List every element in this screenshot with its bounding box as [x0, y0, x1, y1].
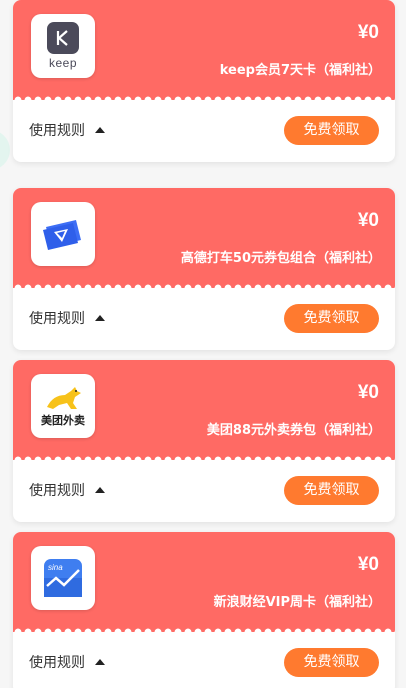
caret-up-icon — [95, 127, 105, 133]
coupon-card-amap: ¥0 高德打车50元券包组合（福利社） 使用规则 免费领取 — [13, 188, 395, 350]
usage-rules-toggle[interactable]: 使用规则 — [29, 120, 105, 140]
coupon-card-footer: 使用规则 免费领取 — [13, 460, 395, 522]
coupon-price: ¥0 — [357, 210, 379, 231]
sina-logo-text: sina — [48, 563, 63, 572]
claim-button[interactable]: 免费领取 — [284, 648, 379, 677]
coupon-card-keep: keep ¥0 keep会员7天卡（福利社） 使用规则 免费领取 — [13, 0, 395, 162]
coupon-price: ¥0 — [357, 22, 379, 43]
claim-button[interactable]: 免费领取 — [284, 304, 379, 333]
keep-logo-text: keep — [48, 56, 78, 70]
usage-rules-label: 使用规则 — [29, 123, 85, 139]
coupon-price: ¥0 — [357, 382, 379, 403]
coupon-name: 高德打车50元券包组合（福利社） — [180, 251, 381, 266]
coupon-card-sina: sina ¥0 新浪财经VIP周卡（福利社） 使用规则 免费领取 — [13, 532, 395, 688]
caret-up-icon — [95, 487, 105, 493]
ticket-icon — [43, 220, 81, 250]
usage-rules-toggle[interactable]: 使用规则 — [29, 652, 105, 672]
caret-up-icon — [95, 315, 105, 321]
coupon-name: 美团88元外卖券包（福利社） — [206, 423, 381, 438]
coupon-card-header: keep ¥0 keep会员7天卡（福利社） — [13, 0, 395, 100]
coupon-card-footer: 使用规则 免费领取 — [13, 288, 395, 350]
kangaroo-icon — [47, 386, 81, 409]
coupon-name: keep会员7天卡（福利社） — [219, 63, 381, 78]
claim-button[interactable]: 免费领取 — [284, 116, 379, 145]
coupon-name: 新浪财经VIP周卡（福利社） — [213, 595, 381, 610]
meituan-logo-text: 美团外卖 — [41, 413, 85, 427]
meituan-waimai-logo: 美团外卖 — [31, 374, 95, 438]
keep-logo: keep — [31, 14, 95, 78]
usage-rules-label: 使用规则 — [29, 311, 85, 327]
usage-rules-label: 使用规则 — [29, 483, 85, 499]
coupon-price: ¥0 — [357, 554, 379, 575]
coupon-card-header: 美团外卖 ¥0 美团88元外卖券包（福利社） — [13, 360, 395, 460]
coupon-card-footer: 使用规则 免费领取 — [13, 632, 395, 688]
background-decoration — [0, 130, 10, 170]
usage-rules-label: 使用规则 — [29, 655, 85, 671]
coupon-card-meituan: 美团外卖 ¥0 美团88元外卖券包（福利社） 使用规则 免费领取 — [13, 360, 395, 522]
usage-rules-toggle[interactable]: 使用规则 — [29, 308, 105, 328]
sina-finance-logo: sina — [31, 546, 95, 610]
coupon-card-footer: 使用规则 免费领取 — [13, 100, 395, 162]
coupon-card-header: sina ¥0 新浪财经VIP周卡（福利社） — [13, 532, 395, 632]
usage-rules-toggle[interactable]: 使用规则 — [29, 480, 105, 500]
claim-button[interactable]: 免费领取 — [284, 476, 379, 505]
coupon-card-header: ¥0 高德打车50元券包组合（福利社） — [13, 188, 395, 288]
keep-k-icon — [47, 22, 79, 54]
coupon-list-page: keep ¥0 keep会员7天卡（福利社） 使用规则 免费领取 ¥0 高德打车… — [0, 0, 406, 688]
sina-finance-icon: sina — [44, 559, 82, 597]
caret-up-icon — [95, 659, 105, 665]
amap-ticket-logo — [31, 202, 95, 266]
